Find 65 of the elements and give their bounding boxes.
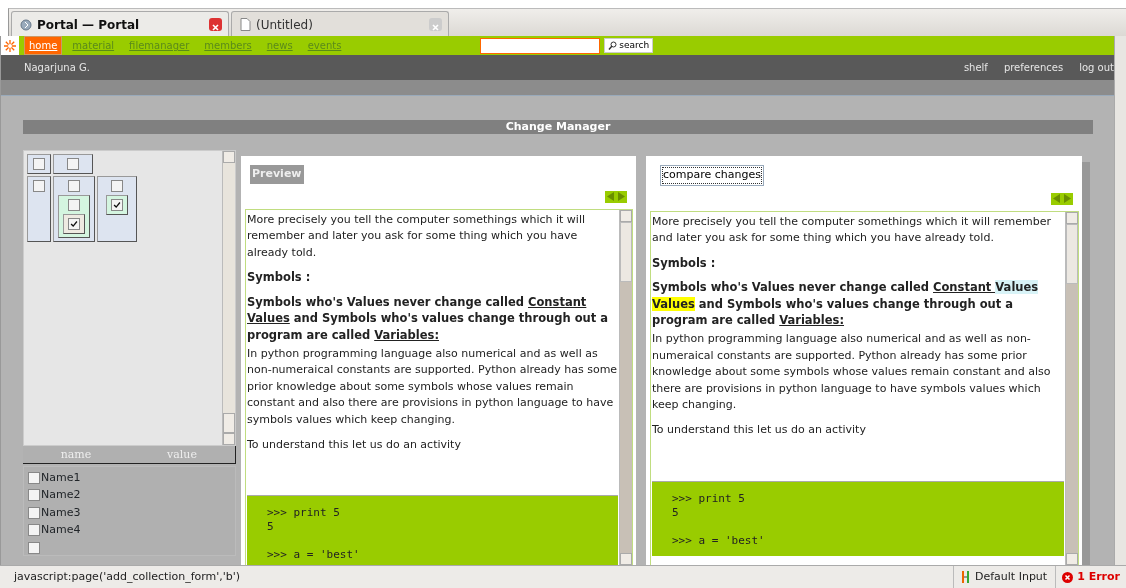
checkbox[interactable]: [111, 199, 123, 211]
paragraph: In python programming language also numerical and as well as non-numeraical constants are supported. Python already has some prior knowledge about some symbols whose values remain constant and also there are provisions in python language to have symbols values which keep changing.: [247, 345, 618, 429]
input-indicator[interactable]: Default Input: [953, 566, 1056, 588]
checkbox[interactable]: [33, 158, 45, 170]
browser-tab[interactable]: (Untitled): [231, 11, 449, 37]
next-button[interactable]: [1062, 192, 1073, 205]
previous-button[interactable]: [1051, 192, 1062, 205]
column-header: name: [59, 447, 93, 463]
scrollbar[interactable]: [222, 151, 235, 445]
triangle-right-icon: [617, 191, 626, 202]
document-icon: [240, 18, 251, 31]
column-header: value: [166, 447, 198, 463]
checkbox[interactable]: [28, 489, 40, 502]
paragraph: More precisely you tell the computer somethings which it will remember and later you ask for some thing which you have already told.: [247, 211, 586, 261]
input-mode: Default Input: [975, 568, 1048, 585]
error-count: 1 Error: [1077, 568, 1120, 585]
scrollbar[interactable]: [619, 209, 632, 565]
paragraph: To understand this let us do an activity: [247, 436, 462, 453]
compare-button[interactable]: compare changes: [660, 165, 764, 186]
page-title: Change Manager: [23, 120, 1093, 134]
heading: Symbols :: [247, 269, 312, 286]
paragraph: In python programming language also numerical and as well as non-numeraical constants are supported. Python already has some prior knowledge about some symbols whose values remain constant and also there are provisions in python language to have symbols values which keep changing.: [652, 331, 1052, 414]
triangle-left-icon: [1052, 193, 1061, 204]
checkbox[interactable]: [111, 180, 123, 192]
page-scrollbar[interactable]: [1114, 36, 1126, 565]
header-link[interactable]: preferences: [1003, 60, 1064, 75]
checkbox[interactable]: [28, 541, 40, 554]
row-label: Name3: [41, 504, 81, 521]
triangle-left-icon: [606, 191, 615, 202]
triangle-right-icon: [1063, 193, 1072, 204]
checkbox[interactable]: [68, 180, 80, 192]
status-text: javascript:page('add_collection_form','b'): [13, 568, 242, 585]
paragraph: To understand this let us do an activity: [652, 422, 867, 439]
checkbox[interactable]: [67, 158, 79, 170]
header-link[interactable]: log out: [1079, 60, 1114, 75]
scrollbar[interactable]: [1065, 211, 1078, 565]
heading: Symbols :: [652, 254, 717, 272]
bars-icon: [962, 571, 970, 583]
header-link[interactable]: shelf: [963, 60, 988, 75]
logo-icon[interactable]: [1, 36, 19, 55]
checkbox[interactable]: [28, 471, 40, 484]
bold-paragraph: Symbols who's Values never change called Constant Values and Symbols who's values change through out a program are called Variables:: [247, 293, 609, 344]
row-label: Name1: [41, 469, 81, 486]
previous-button[interactable]: [605, 190, 616, 203]
bold-paragraph: Symbols who's Values never change called Constant Values Values and Symbols who's values change through out a program are called Variables:: [652, 279, 1040, 330]
checkbox[interactable]: [28, 524, 40, 537]
paragraph: More precisely you tell the computer somethings which it will remember and later you ask for some thing which you have already told.: [652, 213, 1052, 247]
checkbox[interactable]: [33, 180, 45, 192]
code-block: >>> print 5 5 >>> a = 'best': [247, 495, 618, 565]
error-indicator[interactable]: 1 Error: [1055, 566, 1126, 588]
browser-tab[interactable]: Portal — Portal: [11, 11, 229, 37]
search-icon: [608, 41, 618, 50]
search-field[interactable]: [480, 37, 601, 54]
error-icon: [1062, 571, 1074, 583]
checkbox[interactable]: [68, 218, 80, 230]
user-name: Nagarjuna G.: [24, 61, 90, 75]
row-label: Name4: [41, 522, 81, 538]
checkbox[interactable]: [28, 506, 40, 519]
checkbox[interactable]: [68, 199, 80, 211]
search-button[interactable]: search: [604, 38, 654, 53]
row-label: Name2: [41, 487, 81, 503]
preview-label: Preview: [250, 165, 304, 184]
code-block: >>> print 5 5 >>> a = 'best': [652, 480, 1064, 556]
next-button[interactable]: [616, 190, 627, 203]
close-button[interactable]: [209, 18, 222, 31]
